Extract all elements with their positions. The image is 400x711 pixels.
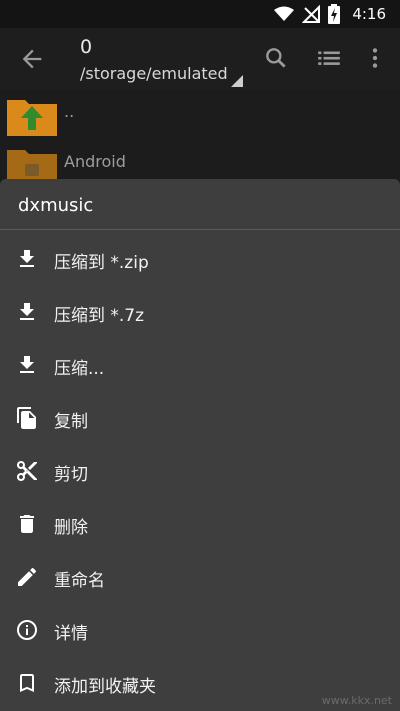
download-icon bbox=[15, 300, 39, 324]
dropdown-caret-icon bbox=[231, 75, 243, 87]
menu-item-label: 压缩到 *.zip bbox=[54, 253, 149, 273]
context-menu-sheet: dxmusic 压缩到 *.zip 压缩到 *.7z 压缩... 复制 剪切 删… bbox=[0, 179, 400, 711]
battery-charging-icon bbox=[328, 4, 341, 24]
menu-item-cut[interactable]: 剪切 bbox=[0, 445, 400, 498]
file-name: .. bbox=[64, 102, 75, 121]
status-time: 4:16 bbox=[352, 5, 386, 23]
download-icon bbox=[15, 353, 39, 377]
status-bar: 4:16 bbox=[0, 0, 400, 28]
menu-item-compress[interactable]: 压缩... bbox=[0, 339, 400, 392]
menu-item-copy[interactable]: 复制 bbox=[0, 392, 400, 445]
info-icon bbox=[15, 618, 39, 642]
menu-item-rename[interactable]: 重命名 bbox=[0, 551, 400, 604]
menu-item-label: 压缩... bbox=[54, 359, 105, 379]
menu-item-label: 压缩到 *.7z bbox=[54, 306, 145, 326]
pencil-icon bbox=[15, 565, 39, 589]
file-name: Android bbox=[64, 152, 126, 171]
file-list: .. Android bbox=[0, 90, 400, 186]
more-vert-icon[interactable] bbox=[362, 45, 388, 71]
menu-item-label: 详情 bbox=[54, 624, 88, 644]
back-arrow-icon[interactable] bbox=[18, 45, 46, 73]
divider bbox=[0, 229, 400, 230]
scissors-icon bbox=[15, 459, 39, 483]
app-bar: 0 /storage/emulated bbox=[0, 28, 400, 90]
file-row-parent[interactable]: .. bbox=[0, 92, 400, 140]
search-icon[interactable] bbox=[263, 45, 289, 71]
list-view-icon[interactable] bbox=[316, 45, 342, 71]
trash-icon bbox=[15, 512, 39, 536]
menu-item-label: 添加到收藏夹 bbox=[54, 677, 156, 697]
menu-item-compress-zip[interactable]: 压缩到 *.zip bbox=[0, 233, 400, 286]
folder-title: 0 bbox=[80, 36, 93, 58]
menu-item-label: 删除 bbox=[54, 518, 88, 538]
watermark: www.kkx.net bbox=[321, 694, 392, 707]
menu-item-label: 剪切 bbox=[54, 465, 88, 485]
copy-icon bbox=[15, 406, 39, 430]
wifi-icon bbox=[274, 6, 295, 22]
path-dropdown[interactable]: /storage/emulated bbox=[80, 64, 228, 83]
folder-up-icon bbox=[7, 96, 57, 136]
download-icon bbox=[15, 247, 39, 271]
no-signal-icon bbox=[302, 5, 321, 23]
menu-item-details[interactable]: 详情 bbox=[0, 604, 400, 657]
menu-item-delete[interactable]: 删除 bbox=[0, 498, 400, 551]
sheet-title: dxmusic bbox=[18, 195, 94, 216]
menu-item-compress-7z[interactable]: 压缩到 *.7z bbox=[0, 286, 400, 339]
bookmark-icon bbox=[15, 671, 39, 695]
menu-item-label: 复制 bbox=[54, 412, 88, 432]
menu-item-label: 重命名 bbox=[54, 571, 105, 591]
